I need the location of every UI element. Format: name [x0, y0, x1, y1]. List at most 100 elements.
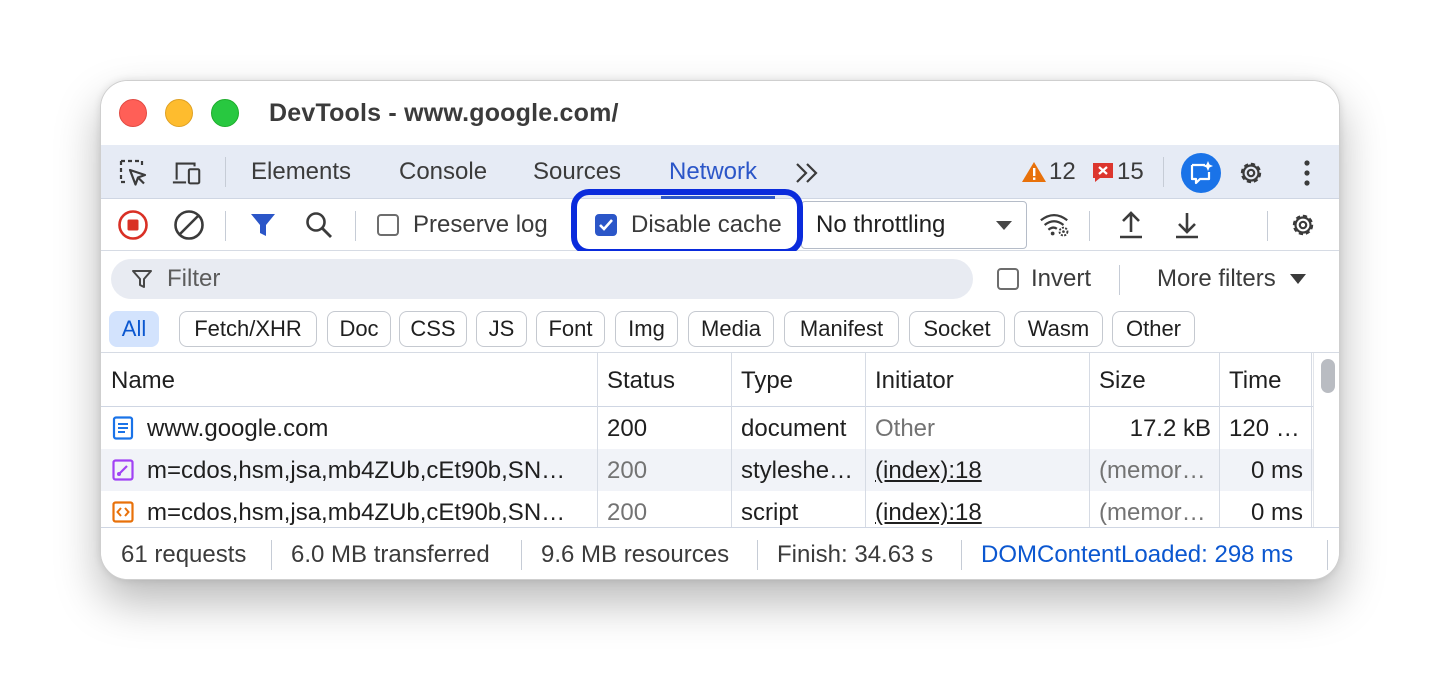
minimize-window-button[interactable] [165, 99, 193, 127]
column-header-initiator[interactable]: Initiator [875, 367, 954, 395]
column-header-time[interactable]: Time [1229, 367, 1281, 395]
request-time: 120 … [1229, 415, 1300, 442]
network-summary-bar: 61 requests 6.0 MB transferred 9.6 MB re… [101, 527, 1339, 579]
title-bar: DevTools - www.google.com/ [101, 81, 1339, 145]
caret-down-icon [1289, 274, 1306, 284]
filter-icon [132, 270, 152, 288]
type-filter-all[interactable]: All [109, 311, 159, 347]
import-har-icon[interactable] [1115, 209, 1147, 241]
table-row[interactable]: m=cdos,hsm,jsa,mb4ZUb,cEt90b,SN… 200 sty… [101, 449, 1313, 491]
throttling-value: No throttling [816, 211, 946, 238]
column-divider[interactable] [1219, 353, 1220, 527]
more-options-icon[interactable] [1291, 157, 1323, 189]
request-initiator-link[interactable]: (index):18 [875, 457, 982, 485]
errors-count: 15 [1117, 158, 1144, 185]
divider [961, 540, 962, 570]
type-filter-wasm[interactable]: Wasm [1014, 311, 1103, 347]
request-type: styleshe… [741, 457, 854, 484]
tab-network[interactable]: Network [669, 158, 757, 186]
column-divider[interactable] [865, 353, 866, 527]
request-initiator-link[interactable]: (index):18 [875, 499, 982, 527]
request-count: 61 requests [121, 541, 247, 568]
chevron-down-icon [996, 221, 1012, 230]
request-name: m=cdos,hsm,jsa,mb4ZUb,cEt90b,SN… [147, 457, 566, 484]
tab-elements[interactable]: Elements [251, 158, 351, 186]
throttling-select[interactable]: No throttling [801, 201, 1027, 249]
invert-label: Invert [1031, 265, 1092, 292]
type-filter-css[interactable]: CSS [399, 311, 467, 347]
more-tabs-icon[interactable] [791, 157, 823, 189]
preserve-log-checkbox[interactable]: Preserve log [377, 211, 548, 239]
inspect-element-icon[interactable] [117, 157, 149, 189]
column-divider[interactable] [1089, 353, 1090, 527]
request-size: (memor… [1099, 457, 1206, 484]
divider [1089, 211, 1090, 241]
stylesheet-icon [111, 458, 135, 482]
type-filter-manifest[interactable]: Manifest [784, 311, 899, 347]
tab-sources[interactable]: Sources [533, 158, 621, 186]
column-header-type[interactable]: Type [741, 367, 793, 395]
divider [1327, 540, 1328, 570]
settings-gear-icon[interactable] [1235, 157, 1267, 189]
scrollbar-thumb[interactable] [1321, 359, 1335, 393]
more-filters-label: More filters [1157, 265, 1276, 292]
invert-checkbox[interactable]: Invert [997, 265, 1091, 293]
type-filter-js[interactable]: JS [476, 311, 527, 347]
search-icon[interactable] [303, 209, 335, 241]
request-status: 200 [607, 457, 648, 484]
divider [225, 211, 226, 241]
warnings-counter[interactable]: 12 [1021, 158, 1076, 186]
export-har-icon[interactable] [1171, 209, 1203, 241]
table-row[interactable]: m=cdos,hsm,jsa,mb4ZUb,cEt90b,SN… 200 scr… [101, 491, 1313, 527]
document-icon [111, 416, 135, 440]
type-filter-fetch-xhr[interactable]: Fetch/XHR [179, 311, 317, 347]
request-name: www.google.com [147, 415, 329, 442]
device-toolbar-icon[interactable] [171, 157, 203, 189]
network-conditions-icon[interactable] [1039, 209, 1071, 241]
more-filters-dropdown[interactable]: More filters [1157, 265, 1306, 293]
request-size: (memor… [1099, 499, 1206, 526]
divider [225, 157, 226, 187]
column-header-name[interactable]: Name [111, 367, 175, 395]
divider [355, 211, 356, 241]
finish-time: Finish: 34.63 s [777, 541, 934, 568]
filter-funnel-icon[interactable] [247, 209, 279, 241]
tab-console[interactable]: Console [399, 158, 487, 186]
script-icon [111, 500, 135, 524]
request-time: 0 ms [1250, 457, 1303, 484]
type-filter-socket[interactable]: Socket [909, 311, 1005, 347]
ai-assistance-icon[interactable] [1181, 153, 1221, 193]
divider [1119, 265, 1120, 295]
checkbox-box[interactable] [997, 268, 1019, 290]
stop-recording-icon[interactable] [117, 209, 149, 241]
type-filter-other[interactable]: Other [1112, 311, 1195, 347]
column-header-status[interactable]: Status [607, 367, 675, 395]
request-status: 200 [607, 499, 648, 526]
network-settings-gear-icon[interactable] [1287, 209, 1319, 241]
devtools-window: DevTools - www.google.com/ Elements Cons… [100, 80, 1340, 580]
type-filter-doc[interactable]: Doc [327, 311, 391, 347]
type-filter-font[interactable]: Font [536, 311, 605, 347]
type-filter-media[interactable]: Media [688, 311, 774, 347]
request-time: 0 ms [1250, 499, 1303, 526]
warnings-count: 12 [1049, 158, 1076, 185]
errors-counter[interactable]: 15 [1091, 158, 1144, 186]
close-window-button[interactable] [119, 99, 147, 127]
checkbox-box[interactable] [377, 214, 399, 236]
clear-icon[interactable] [173, 209, 205, 241]
column-header-size[interactable]: Size [1099, 367, 1146, 395]
table-row[interactable]: www.google.com 200 document Other 17.2 k… [101, 407, 1313, 449]
transferred-size: 6.0 MB transferred [291, 541, 490, 568]
warning-icon [1022, 162, 1046, 182]
filter-input[interactable]: Filter [111, 259, 973, 299]
divider [757, 540, 758, 570]
table-scrollbar[interactable] [1313, 353, 1339, 527]
divider [1267, 211, 1268, 241]
type-filter-img[interactable]: Img [615, 311, 678, 347]
table-header: Name Status Type Initiator Size Time [101, 353, 1313, 407]
column-divider[interactable] [731, 353, 732, 527]
filter-row: Filter Invert More filters [101, 251, 1339, 307]
maximize-window-button[interactable] [211, 99, 239, 127]
window-title: DevTools - www.google.com/ [269, 99, 619, 127]
column-divider[interactable] [597, 353, 598, 527]
